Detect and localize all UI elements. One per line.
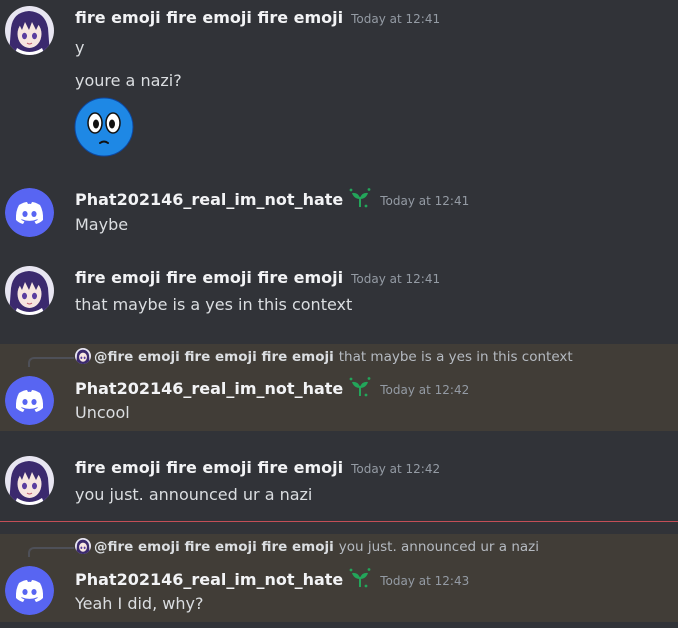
sprout-badge-icon[interactable] — [348, 376, 372, 403]
chat-log: fire emoji fire emoji fire emoji Today at… — [0, 0, 678, 628]
message-item: @fire emoji fire emoji fire emoji that ma… — [0, 344, 678, 431]
timestamp[interactable]: Today at 12:41 — [380, 194, 469, 208]
anime-girl-avatar-icon[interactable] — [5, 456, 54, 505]
timestamp[interactable]: Today at 12:43 — [380, 574, 469, 588]
timestamp[interactable]: Today at 12:42 — [380, 383, 469, 397]
anime-girl-avatar-icon[interactable] — [5, 6, 54, 55]
timestamp[interactable]: Today at 12:41 — [351, 272, 440, 286]
sprout-badge-icon[interactable] — [348, 187, 372, 214]
anime-girl-avatar-icon — [75, 538, 91, 554]
reply-connector — [28, 357, 74, 367]
message-item: fire emoji fire emoji fire emoji Today at… — [0, 258, 678, 338]
message-item: fire emoji fire emoji fire emoji Today at… — [0, 448, 678, 518]
reply-preview[interactable]: @fire emoji fire emoji fire emoji that ma… — [75, 348, 573, 366]
username[interactable]: fire emoji fire emoji fire emoji — [75, 458, 343, 477]
message-text: you just. announced ur a nazi — [75, 485, 313, 504]
message-text: that maybe is a yes in this context — [75, 295, 353, 314]
discord-logo-avatar-icon[interactable] — [5, 376, 54, 425]
discord-logo-avatar-icon[interactable] — [5, 188, 54, 237]
reply-text[interactable]: that maybe is a yes in this context — [339, 349, 573, 365]
reply-connector — [28, 547, 74, 557]
message-item: @fire emoji fire emoji fire emoji you jus… — [0, 534, 678, 622]
discord-logo-avatar-icon[interactable] — [5, 566, 54, 615]
anime-girl-avatar-icon[interactable] — [5, 266, 54, 315]
reply-username[interactable]: @fire emoji fire emoji fire emoji — [94, 539, 334, 555]
message-text: Uncool — [75, 403, 130, 422]
username[interactable]: fire emoji fire emoji fire emoji — [75, 268, 343, 287]
reply-text[interactable]: you just. announced ur a nazi — [339, 539, 539, 555]
anime-girl-avatar-icon — [75, 348, 91, 364]
message-item: fire emoji fire emoji fire emoji Today at… — [0, 0, 678, 170]
username[interactable]: Phat202146_real_im_not_hate — [75, 379, 343, 398]
timestamp[interactable]: Today at 12:42 — [351, 462, 440, 476]
timestamp[interactable]: Today at 12:41 — [351, 12, 440, 26]
message-item: Phat202146_real_im_not_hate Today at 12:… — [0, 178, 678, 248]
message-text: youre a nazi? — [75, 71, 182, 90]
scared-face-emoji[interactable] — [74, 97, 134, 157]
reply-preview[interactable]: @fire emoji fire emoji fire emoji you jus… — [75, 538, 539, 556]
username[interactable]: Phat202146_real_im_not_hate — [75, 190, 343, 209]
username[interactable]: fire emoji fire emoji fire emoji — [75, 8, 343, 27]
message-text: Yeah I did, why? — [75, 594, 204, 613]
username[interactable]: Phat202146_real_im_not_hate — [75, 570, 343, 589]
sprout-badge-icon[interactable] — [348, 567, 372, 594]
new-messages-divider — [0, 521, 678, 522]
message-text: y — [75, 38, 85, 57]
reply-username[interactable]: @fire emoji fire emoji fire emoji — [94, 349, 334, 365]
message-text: Maybe — [75, 215, 129, 234]
